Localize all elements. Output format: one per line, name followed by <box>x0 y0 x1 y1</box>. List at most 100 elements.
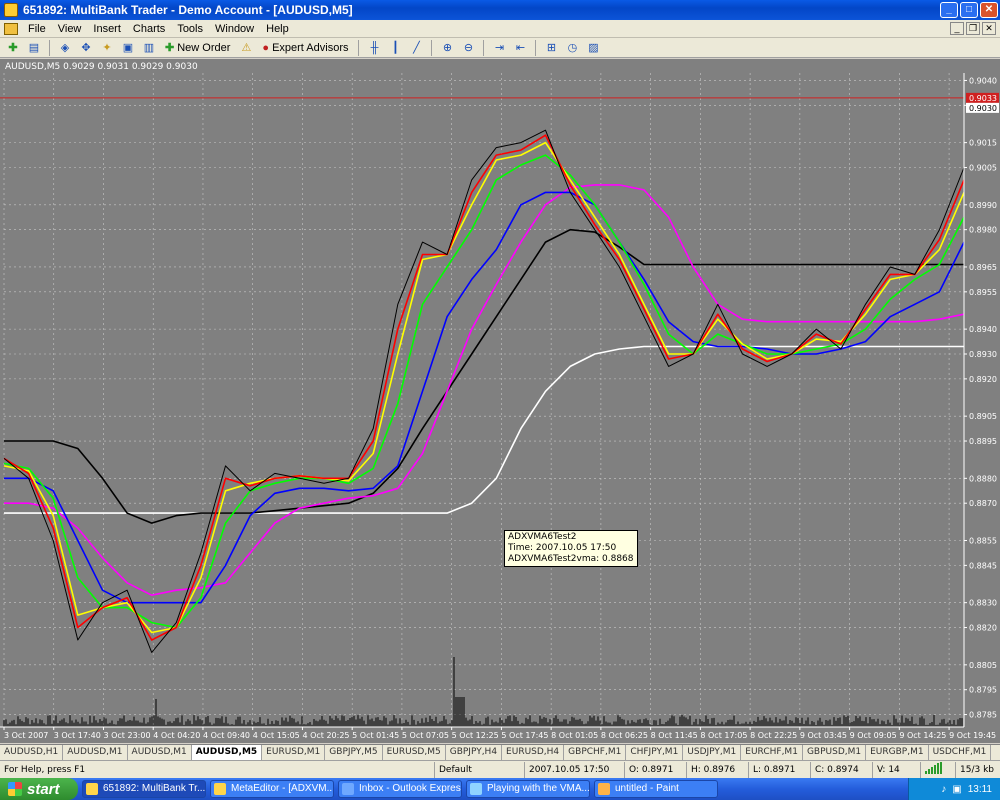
chart-tab[interactable]: GBPJPY,H4 <box>446 745 503 760</box>
menu-tools[interactable]: Tools <box>171 23 209 35</box>
status-profile[interactable]: Default <box>435 761 525 778</box>
zoom-out-icon[interactable]: ⊖ <box>459 40 477 56</box>
metaeditor-icon[interactable]: ⚠ <box>237 40 255 56</box>
task-paint[interactable]: untitled - Paint <box>594 780 718 798</box>
series-line <box>3 129 965 653</box>
tester-icon[interactable]: ▥ <box>140 40 158 56</box>
chart-shift-icon[interactable]: ⇤ <box>511 40 529 56</box>
menu-view[interactable]: View <box>52 23 88 35</box>
time-label: 3 Oct 17:40 <box>54 731 101 740</box>
chart-tab[interactable]: AUDUSD,H1 <box>0 745 64 760</box>
task-metaeditor[interactable]: MetaEditor - [ADXVM... <box>210 780 334 798</box>
time-label: 8 Oct 06:25 <box>601 731 648 740</box>
browser-app-icon <box>470 783 482 795</box>
candlestick-icon[interactable]: ┃ <box>386 40 404 56</box>
status-help: For Help, press F1 <box>0 761 435 778</box>
navigator-icon[interactable]: ✦ <box>98 40 116 56</box>
time-label: 5 Oct 17:45 <box>501 731 548 740</box>
menu-charts[interactable]: Charts <box>127 23 171 35</box>
minimize-button[interactable]: _ <box>940 2 958 18</box>
mdi-minimize-button[interactable]: _ <box>950 22 964 35</box>
price-label: 0.8980 <box>969 226 997 235</box>
data-window-icon[interactable]: ✥ <box>77 40 95 56</box>
zoom-in-icon[interactable]: ⊕ <box>438 40 456 56</box>
chart-tab[interactable]: EURUSD,H4 <box>502 745 565 760</box>
chart-tab[interactable]: GBPUSD,M1 <box>803 745 867 760</box>
chart-tab[interactable]: EURCHF,M1 <box>741 745 803 760</box>
indicators-icon[interactable]: ⊞ <box>542 40 560 56</box>
menu-file[interactable]: File <box>22 23 52 35</box>
price-chart[interactable]: 0.9040 0.9030 0.9015 0.9005 0.8990 0.8980 0.89… <box>0 59 1000 743</box>
chart-tab[interactable]: AUDUSD,M1 <box>128 745 192 760</box>
new-chart-icon[interactable]: ✚ <box>4 40 22 56</box>
price-label: 0.8940 <box>969 325 997 334</box>
clock: 13:11 <box>967 783 992 795</box>
menu-help[interactable]: Help <box>260 23 295 35</box>
mdi-restore-button[interactable]: ❐ <box>966 22 980 35</box>
chart-tab[interactable]: USDJPY,M1 <box>683 745 742 760</box>
chart-tab[interactable]: EURUSD,M1 <box>262 745 326 760</box>
time-label: 3 Oct 23:00 <box>103 731 150 740</box>
network-icon[interactable]: ▣ <box>952 784 961 795</box>
time-label: 4 Oct 04:20 <box>153 731 200 740</box>
terminal-icon[interactable]: ▣ <box>119 40 137 56</box>
price-label: 0.8930 <box>969 350 997 359</box>
profiles-icon[interactable]: ▤ <box>25 40 43 56</box>
status-close: C: 0.8974 <box>811 761 873 778</box>
chart-tab[interactable]: EURUSD,M5 <box>383 745 446 760</box>
chart-tab[interactable]: GBPCHF,M1 <box>564 745 627 760</box>
auto-scroll-icon[interactable]: ⇥ <box>490 40 508 56</box>
chart-tab[interactable]: GBPJPY,M5 <box>325 745 383 760</box>
price-label: 0.8785 <box>969 711 997 720</box>
series-line <box>4 184 965 597</box>
price-label: 0.8955 <box>969 288 997 297</box>
time-label: 9 Oct 03:45 <box>800 731 847 740</box>
time-label: 4 Oct 09:40 <box>203 731 250 740</box>
chart-tab[interactable]: AUDUSD,M1 <box>63 745 128 760</box>
price-label: 0.8845 <box>969 561 997 570</box>
time-label: 3 Oct 2007 <box>4 731 48 740</box>
price-axis <box>964 59 1000 743</box>
time-label: 4 Oct 15:05 <box>253 731 300 740</box>
price-label: 0.8990 <box>969 201 997 210</box>
status-open: O: 0.8971 <box>625 761 687 778</box>
new-order-button[interactable]: ✚ New Order <box>161 40 234 56</box>
close-button[interactable]: ✕ <box>980 2 998 18</box>
plus-icon: ✚ <box>165 42 175 54</box>
price-label: 0.8880 <box>969 474 997 483</box>
task-multibank[interactable]: 651892: MultiBank Tr... <box>82 780 206 798</box>
chart-canvas[interactable]: 0.9040 0.9030 0.9015 0.9005 0.8990 0.8980 0.89… <box>0 59 1000 743</box>
price-label: 0.8820 <box>969 624 997 633</box>
status-volume: V: 14 <box>873 761 921 778</box>
expert-advisors-button[interactable]: ● Expert Advisors <box>258 40 352 56</box>
menu-insert[interactable]: Insert <box>87 23 127 35</box>
chart-tab[interactable]: USDCHF,M1 <box>929 745 992 760</box>
market-watch-icon[interactable]: ◈ <box>56 40 74 56</box>
taskbar: start 651892: MultiBank Tr... MetaEditor… <box>0 778 1000 800</box>
document-icon[interactable] <box>4 22 18 35</box>
start-button[interactable]: start <box>0 778 78 800</box>
mdi-close-button[interactable]: ✕ <box>982 22 996 35</box>
connection-bars-icon <box>921 761 956 778</box>
speaker-icon[interactable]: ♪ <box>941 784 946 795</box>
chart-tab[interactable]: CHFJPY,M1 <box>626 745 684 760</box>
line-chart-icon[interactable]: ╱ <box>407 40 425 56</box>
task-outlook[interactable]: Inbox - Outlook Express <box>338 780 462 798</box>
series-line <box>3 154 965 629</box>
terminal-app-icon <box>86 783 98 795</box>
series-line <box>3 134 965 641</box>
time-label: 8 Oct 11:45 <box>651 731 698 740</box>
chart-tab[interactable]: AUDUSD,M5 <box>191 745 263 760</box>
tooltip-line-2: Time: 2007.10.05 17:50 <box>508 543 617 553</box>
task-browser[interactable]: Playing with the VMA... <box>466 780 590 798</box>
bid-tag: 0.9030 <box>969 104 997 113</box>
status-datetime: 2007.10.05 17:50 <box>525 761 625 778</box>
bar-chart-icon[interactable]: ╫ <box>365 40 383 56</box>
chart-tab[interactable]: EURGBP,M1 <box>866 745 929 760</box>
periods-icon[interactable]: ◷ <box>563 40 581 56</box>
templates-icon[interactable]: ▨ <box>584 40 602 56</box>
volume-histogram <box>3 657 963 727</box>
menu-window[interactable]: Window <box>209 23 260 35</box>
time-label: 5 Oct 01:45 <box>352 731 399 740</box>
maximize-button[interactable]: □ <box>960 2 978 18</box>
